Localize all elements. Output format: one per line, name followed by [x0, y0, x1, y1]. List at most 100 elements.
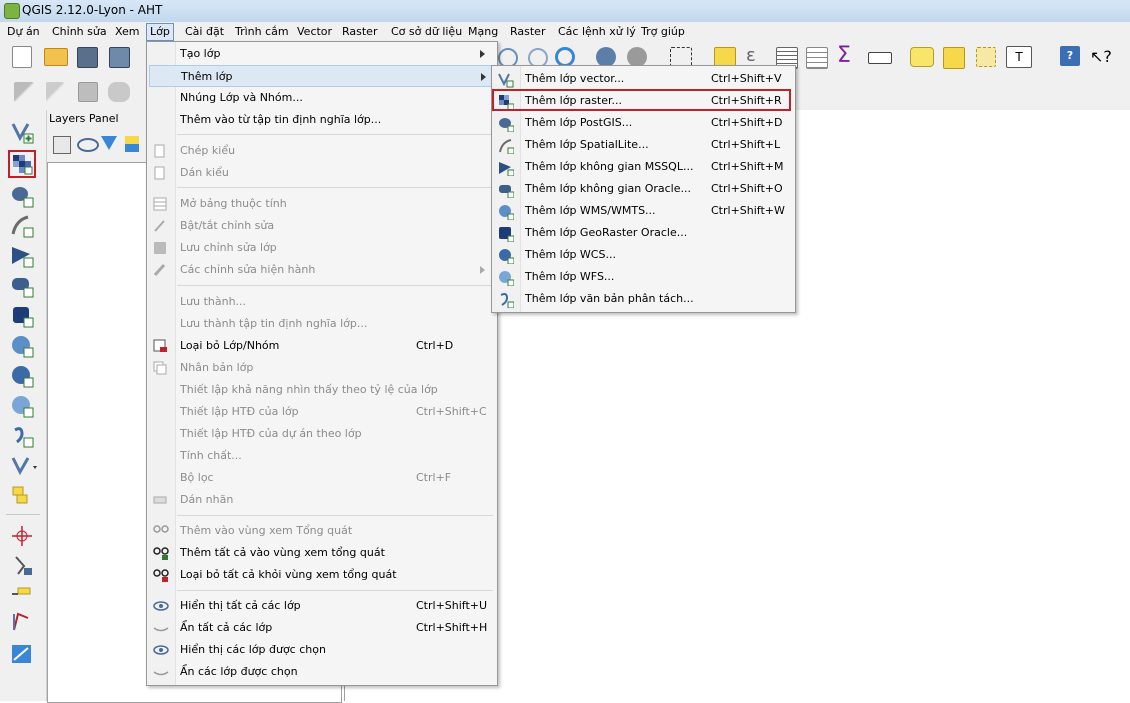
text-annotation-icon[interactable] — [976, 47, 996, 67]
measure-icon[interactable] — [868, 52, 892, 64]
menu-item-tao-lop[interactable]: Tạo lớp — [149, 43, 495, 65]
menu-item-thiet-lap-htd-du-an[interactable]: Thiết lập HTĐ của dự án theo lớp — [149, 423, 495, 445]
submenu-item-spatialite[interactable]: Thêm lớp SpatialLite... Ctrl+Shift+L — [494, 134, 793, 156]
wcs-icon[interactable] — [10, 364, 34, 388]
new-layer-icon[interactable] — [10, 454, 37, 478]
submenu-item-georaster[interactable]: Thêm lớp GeoRaster Oracle... — [494, 222, 793, 244]
delimited-text-icon — [498, 292, 515, 309]
menu-cai-dat[interactable]: Cài đặt — [182, 24, 227, 40]
delimited-text-icon[interactable] — [10, 424, 34, 448]
submenu-item-wfs[interactable]: Thêm lớp WFS... — [494, 266, 793, 288]
menu-item-them-vao-vung-xem[interactable]: Thêm vào vùng xem Tổng quát — [149, 520, 495, 542]
open-project-icon[interactable] — [44, 48, 68, 66]
gear-icon[interactable] — [627, 47, 647, 67]
menu-item-mo-bang-thuoc-tinh[interactable]: Mở bảng thuộc tính — [149, 193, 495, 215]
menu-item-tinh-chat[interactable]: Tính chất... — [149, 445, 495, 467]
move-feature-icon[interactable] — [10, 582, 34, 606]
menu-vector[interactable]: Vector — [294, 24, 335, 40]
edit-icon[interactable] — [46, 82, 64, 102]
menu-item-them-tu-tap-tin[interactable]: Thêm vào từ tập tin định nghĩa lớp... — [149, 109, 495, 131]
menu-item-chep-kieu[interactable]: Chép kiểu — [149, 140, 495, 162]
add-group-icon[interactable] — [10, 484, 34, 508]
menu-cac-lenh-xu-ly[interactable]: Các lệnh xử lý — [555, 24, 639, 40]
field-calculator-icon[interactable] — [806, 47, 828, 69]
add-feature-icon[interactable] — [108, 82, 130, 102]
select-by-location-icon[interactable] — [714, 47, 736, 67]
spatialite-icon[interactable] — [10, 214, 34, 238]
annotation-icon[interactable] — [910, 47, 934, 67]
new-project-icon[interactable] — [12, 46, 32, 68]
menu-item-loai-bo-tat-ca-vung-xem[interactable]: Loại bỏ tất cả khỏi vùng xem tổng quát — [149, 564, 495, 586]
georaster-icon[interactable] — [10, 304, 34, 328]
menu-raster-2[interactable]: Raster — [507, 24, 548, 40]
menu-separator — [177, 134, 493, 135]
menu-item-dan-kieu[interactable]: Dán kiểu — [149, 162, 495, 184]
postgis-icon[interactable] — [10, 184, 34, 208]
submenu-item-delimited-text[interactable]: Thêm lớp văn bản phân tách... — [494, 288, 793, 310]
digitize-icon[interactable] — [10, 554, 34, 578]
menu-item-cac-chinh-sua-hien-hanh[interactable]: Các chỉnh sửa hiện hành — [149, 259, 495, 281]
mssql-icon[interactable] — [10, 244, 34, 268]
submenu-item-postgis[interactable]: Thêm lớp PostGIS... Ctrl+Shift+D — [494, 112, 793, 134]
georeferencer-icon[interactable] — [10, 642, 34, 666]
menu-item-hien-thi-tat-ca[interactable]: Hiển thị tất cả các lớp Ctrl+Shift+U — [149, 595, 495, 617]
menu-item-hien-thi-duoc-chon[interactable]: Hiển thị các lớp được chọn — [149, 639, 495, 661]
add-raster-layer-icon[interactable] — [8, 150, 36, 178]
submenu-item-vector[interactable]: Thêm lớp vector... Ctrl+Shift+V — [494, 68, 793, 90]
add-annotation-icon[interactable] — [943, 47, 965, 69]
expand-all-icon[interactable] — [125, 136, 139, 152]
menu-item-an-duoc-chon[interactable]: Ẩn các lớp được chọn — [149, 661, 495, 683]
save-as-icon[interactable] — [109, 47, 130, 68]
save-edits-icon[interactable] — [78, 82, 98, 102]
refresh-icon[interactable] — [555, 47, 575, 67]
menu-item-luu-thanh[interactable]: Lưu thành... — [149, 291, 495, 313]
menu-item-them-lop[interactable]: Thêm lớp — [149, 65, 495, 87]
menu-chinh-sua[interactable]: Chỉnh sửa — [49, 24, 110, 40]
label-icon[interactable]: T — [1006, 46, 1032, 68]
menu-item-loai-bo-lop[interactable]: Loại bỏ Lớp/Nhóm Ctrl+D — [149, 335, 495, 357]
sum-icon[interactable]: Σ — [837, 44, 859, 68]
menu-item-bo-loc[interactable]: Bộ lọc Ctrl+F — [149, 467, 495, 489]
whats-this-icon[interactable]: ↖? — [1090, 46, 1114, 68]
menu-co-so-du-lieu[interactable]: Cơ sở dữ liệu — [388, 24, 465, 40]
style-manager-icon[interactable] — [53, 136, 71, 154]
wfs-icon[interactable] — [10, 394, 34, 418]
identify-icon[interactable] — [596, 47, 616, 67]
menu-xem[interactable]: Xem — [112, 24, 143, 40]
qgis-logo-icon — [4, 3, 20, 19]
help-icon[interactable]: ? — [1060, 46, 1080, 66]
postgis-icon — [498, 116, 515, 133]
menu-raster[interactable]: Raster — [339, 24, 380, 40]
menu-item-thiet-lap-htd-lop[interactable]: Thiết lập HTĐ của lớp Ctrl+Shift+C — [149, 401, 495, 423]
menu-item-bat-tat-chinh-sua[interactable]: Bật/tắt chỉnh sửa — [149, 215, 495, 237]
menu-item-luu-thanh-tap-tin[interactable]: Lưu thành tập tin định nghĩa lớp... — [149, 313, 495, 335]
submenu-item-mssql[interactable]: Thêm lớp không gian MSSQL... Ctrl+Shift+… — [494, 156, 793, 178]
crosshair-icon[interactable] — [10, 524, 34, 548]
pencil-icon[interactable] — [14, 82, 34, 102]
menu-item-nhan-ban-lop[interactable]: Nhân bản lớp — [149, 357, 495, 379]
add-vector-layer-icon[interactable] — [10, 120, 34, 144]
copy-style-icon — [153, 144, 167, 158]
menu-item-an-tat-ca[interactable]: Ẩn tất cả các lớp Ctrl+Shift+H — [149, 617, 495, 639]
filter-icon[interactable] — [101, 136, 117, 150]
menu-item-dan-nhan[interactable]: Dán nhãn — [149, 489, 495, 511]
menu-item-nhung-lop[interactable]: Nhúng Lớp và Nhóm... — [149, 87, 495, 109]
menu-du-an[interactable]: Dự án — [4, 24, 43, 40]
save-project-icon[interactable] — [77, 47, 98, 68]
menu-item-them-tat-ca-vung-xem[interactable]: Thêm tất cả vào vùng xem tổng quát — [149, 542, 495, 564]
oracle-icon[interactable] — [10, 274, 34, 298]
menu-lop[interactable]: Lớp — [146, 23, 174, 41]
submenu-item-wcs[interactable]: Thêm lớp WCS... — [494, 244, 793, 266]
expression-select-icon[interactable]: ε — [746, 46, 766, 66]
submenu-item-oracle[interactable]: Thêm lớp không gian Oracle... Ctrl+Shift… — [494, 178, 793, 200]
wms-icon[interactable] — [10, 334, 34, 358]
eye-icon[interactable] — [77, 138, 99, 152]
menu-item-thiet-lap-kha-nang[interactable]: Thiết lập khả năng nhìn thấy theo tỷ lệ … — [149, 379, 495, 401]
node-tool-icon[interactable] — [10, 610, 34, 634]
menu-trinh-cam[interactable]: Trình cắm — [232, 24, 292, 40]
menu-item-luu-chinh-sua[interactable]: Lưu chỉnh sửa lớp — [149, 237, 495, 259]
menu-mang[interactable]: Mạng — [465, 24, 501, 40]
menu-tro-giup[interactable]: Trợ giúp — [638, 24, 688, 40]
submenu-item-wms[interactable]: Thêm lớp WMS/WMTS... Ctrl+Shift+W — [494, 200, 793, 222]
menu-separator — [177, 590, 493, 591]
